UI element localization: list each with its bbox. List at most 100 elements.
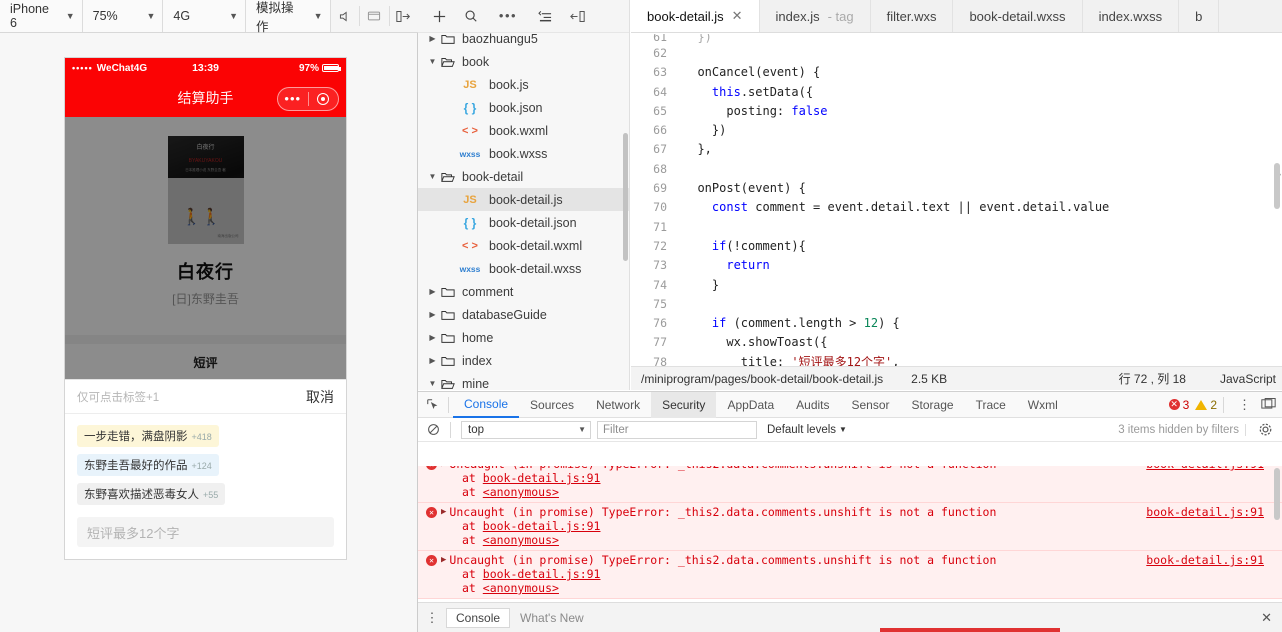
- editor-tab-filter-wxs[interactable]: filter.wxs: [871, 0, 954, 32]
- chevron-right-icon[interactable]: ▶: [426, 287, 439, 296]
- console-scrollbar[interactable]: [1274, 468, 1280, 520]
- search-icon[interactable]: [456, 3, 486, 29]
- tree-item-book-json[interactable]: ▪ { } book.json: [418, 96, 629, 119]
- devtools-tab-trace[interactable]: Trace: [965, 392, 1017, 418]
- code-line[interactable]: posting: false: [683, 102, 1270, 121]
- gear-icon[interactable]: [1252, 422, 1278, 437]
- code-view[interactable]: 6162636465666768697071727374757677787980…: [631, 33, 1282, 366]
- console-source-link[interactable]: book-detail.js:91: [1146, 553, 1264, 567]
- console-source-link[interactable]: book-detail.js:91: [1146, 505, 1264, 519]
- drawer-tab-console[interactable]: Console: [446, 607, 511, 628]
- console-stack-line[interactable]: at <anonymous>: [418, 581, 1282, 595]
- network-select[interactable]: 4G ▼: [163, 0, 247, 32]
- sheet-tag[interactable]: 一步走错，满盘阴影 +418: [77, 425, 219, 447]
- collapse-icon[interactable]: [562, 3, 592, 29]
- devtools-tab-network[interactable]: Network: [585, 392, 651, 418]
- code-lines[interactable]: }) onCancel(event) { this.setData({ post…: [683, 33, 1270, 366]
- error-count-badge[interactable]: ✕ 3: [1168, 398, 1189, 412]
- tree-item-book[interactable]: ▼ book: [418, 50, 629, 73]
- code-line[interactable]: onPost(event) {: [683, 179, 1270, 198]
- devtools-tab-security[interactable]: Security: [651, 391, 717, 418]
- stack-link[interactable]: <anonymous>: [483, 533, 559, 547]
- editor-tab-index-js[interactable]: index.js - tag: [760, 0, 871, 32]
- editor-tabstrip[interactable]: book-detail.js ✕ index.js - tag filter.wxs bo…: [631, 0, 1282, 33]
- devtools-tab-sensor[interactable]: Sensor: [841, 392, 901, 418]
- console-source-link[interactable]: book-detail.js:91: [1146, 466, 1264, 471]
- expand-arrow-icon[interactable]: ▶: [441, 466, 446, 469]
- drawer-menu-icon[interactable]: ⋮: [418, 610, 446, 626]
- devtools-tab-sources[interactable]: Sources: [519, 392, 585, 418]
- exit-icon[interactable]: [389, 0, 418, 32]
- chevron-down-icon[interactable]: ▼: [426, 57, 439, 66]
- devtools-tablist[interactable]: Console Sources Network Security AppData Audi…: [453, 391, 1069, 418]
- stack-link[interactable]: book-detail.js:91: [483, 471, 601, 485]
- chevron-down-icon[interactable]: ▼: [426, 379, 439, 388]
- tree-item-book-detail-json[interactable]: ▪ { } book-detail.json: [418, 211, 629, 234]
- code-line[interactable]: wx.showToast({: [683, 333, 1270, 352]
- tree-item-book-wxml[interactable]: ▪ < > book.wxml: [418, 119, 629, 142]
- code-line[interactable]: },: [683, 140, 1270, 159]
- devtools-tab-storage[interactable]: Storage: [901, 392, 965, 418]
- volume-icon[interactable]: [331, 0, 360, 32]
- drawer-tablist[interactable]: Console What's New: [446, 607, 594, 628]
- console-stack-line[interactable]: at <anonymous>: [418, 533, 1282, 547]
- devtools-tab-appdata[interactable]: AppData: [716, 392, 785, 418]
- dock-position-icon[interactable]: [1261, 397, 1276, 413]
- sheet-tag[interactable]: 东野喜欢描述恶毒女人 +55: [77, 483, 226, 505]
- tree-item-index[interactable]: ▶ index: [418, 349, 629, 372]
- sheet-tag[interactable]: 东野圭吾最好的作品 +124: [77, 454, 219, 476]
- code-line[interactable]: }: [683, 276, 1270, 295]
- close-target-icon[interactable]: [309, 93, 339, 105]
- console-stack-line[interactable]: at book-detail.js:91: [418, 471, 1282, 485]
- editor-tab-index-wxss[interactable]: index.wxss: [1083, 0, 1180, 32]
- stack-link[interactable]: book-detail.js:91: [483, 519, 601, 533]
- comment-input[interactable]: 短评最多12个字: [77, 517, 334, 547]
- console-error-row[interactable]: ✕ ▶Uncaught (in promise) TypeError: _this…: [418, 503, 1282, 551]
- tree-item-mine[interactable]: ▼ mine: [418, 372, 629, 391]
- console-stack-line[interactable]: at <anonymous>: [418, 485, 1282, 499]
- console-level-select[interactable]: Default levels ▼: [767, 424, 847, 436]
- simulate-action-select[interactable]: 模拟操作 ▼: [246, 0, 331, 34]
- close-icon[interactable]: ✕: [732, 8, 743, 24]
- tree-item-book-js[interactable]: ▪ JS book.js: [418, 73, 629, 96]
- code-line[interactable]: }): [683, 121, 1270, 140]
- chevron-right-icon[interactable]: ▶: [426, 34, 439, 43]
- tree-item-book-detail-js[interactable]: ▪ JS book-detail.js: [418, 188, 629, 211]
- tree-item-databaseguide[interactable]: ▶ databaseGuide: [418, 303, 629, 326]
- devtools-tab-audits[interactable]: Audits: [785, 392, 840, 418]
- code-line[interactable]: [683, 218, 1270, 237]
- expand-arrow-icon[interactable]: ▶: [441, 555, 446, 565]
- tree-item-book-wxss[interactable]: ▪wxss book.wxss: [418, 142, 629, 165]
- editor-tab-book-detail-wxss[interactable]: book-detail.wxss: [953, 0, 1083, 32]
- chevron-down-icon[interactable]: ▼: [426, 172, 439, 181]
- expand-arrow-icon[interactable]: ▶: [441, 507, 446, 517]
- tree-item-baozhuangu5[interactable]: ▶ baozhuangu5: [418, 27, 629, 50]
- editor-tab-book-detail-js[interactable]: book-detail.js ✕: [631, 0, 760, 32]
- code-line[interactable]: [683, 44, 1270, 63]
- tree-item-comment[interactable]: ▶ comment: [418, 280, 629, 303]
- console-error-row[interactable]: ✕ ▶Uncaught (in promise) TypeError: _this…: [418, 551, 1282, 599]
- code-line[interactable]: if (comment.length > 12) {: [683, 314, 1270, 333]
- chevron-right-icon[interactable]: ▶: [426, 310, 439, 319]
- code-line[interactable]: onCancel(event) {: [683, 63, 1270, 82]
- devtools-tab-wxml[interactable]: Wxml: [1017, 392, 1069, 418]
- code-line[interactable]: return: [683, 256, 1270, 275]
- language-label[interactable]: JavaScript: [1220, 372, 1282, 386]
- console-filter-input[interactable]: Filter: [597, 420, 757, 439]
- close-icon[interactable]: ✕: [1261, 610, 1282, 626]
- code-line[interactable]: if(!comment){: [683, 237, 1270, 256]
- sort-icon[interactable]: [530, 3, 560, 29]
- more-icon[interactable]: •••: [488, 3, 528, 29]
- stack-link[interactable]: <anonymous>: [483, 485, 559, 499]
- warning-count-badge[interactable]: 2: [1195, 398, 1217, 412]
- console-stack-line[interactable]: at book-detail.js:91: [418, 519, 1282, 533]
- window-icon[interactable]: [360, 0, 389, 32]
- console-output[interactable]: ✕▶Uncaught (in promise) TypeError: _this…: [418, 466, 1282, 601]
- console-context-select[interactable]: top ▼: [461, 420, 591, 439]
- code-line[interactable]: this.setData({: [683, 83, 1270, 102]
- add-icon[interactable]: [424, 3, 454, 29]
- code-line[interactable]: const comment = event.detail.text || eve…: [683, 198, 1270, 217]
- file-tree[interactable]: ▶ baozhuangu5 ▼ book ▪ JS book.js ▪ { } book.json…: [418, 32, 629, 391]
- chevron-right-icon[interactable]: ▶: [426, 333, 439, 342]
- wechat-capsule[interactable]: •••: [277, 87, 339, 111]
